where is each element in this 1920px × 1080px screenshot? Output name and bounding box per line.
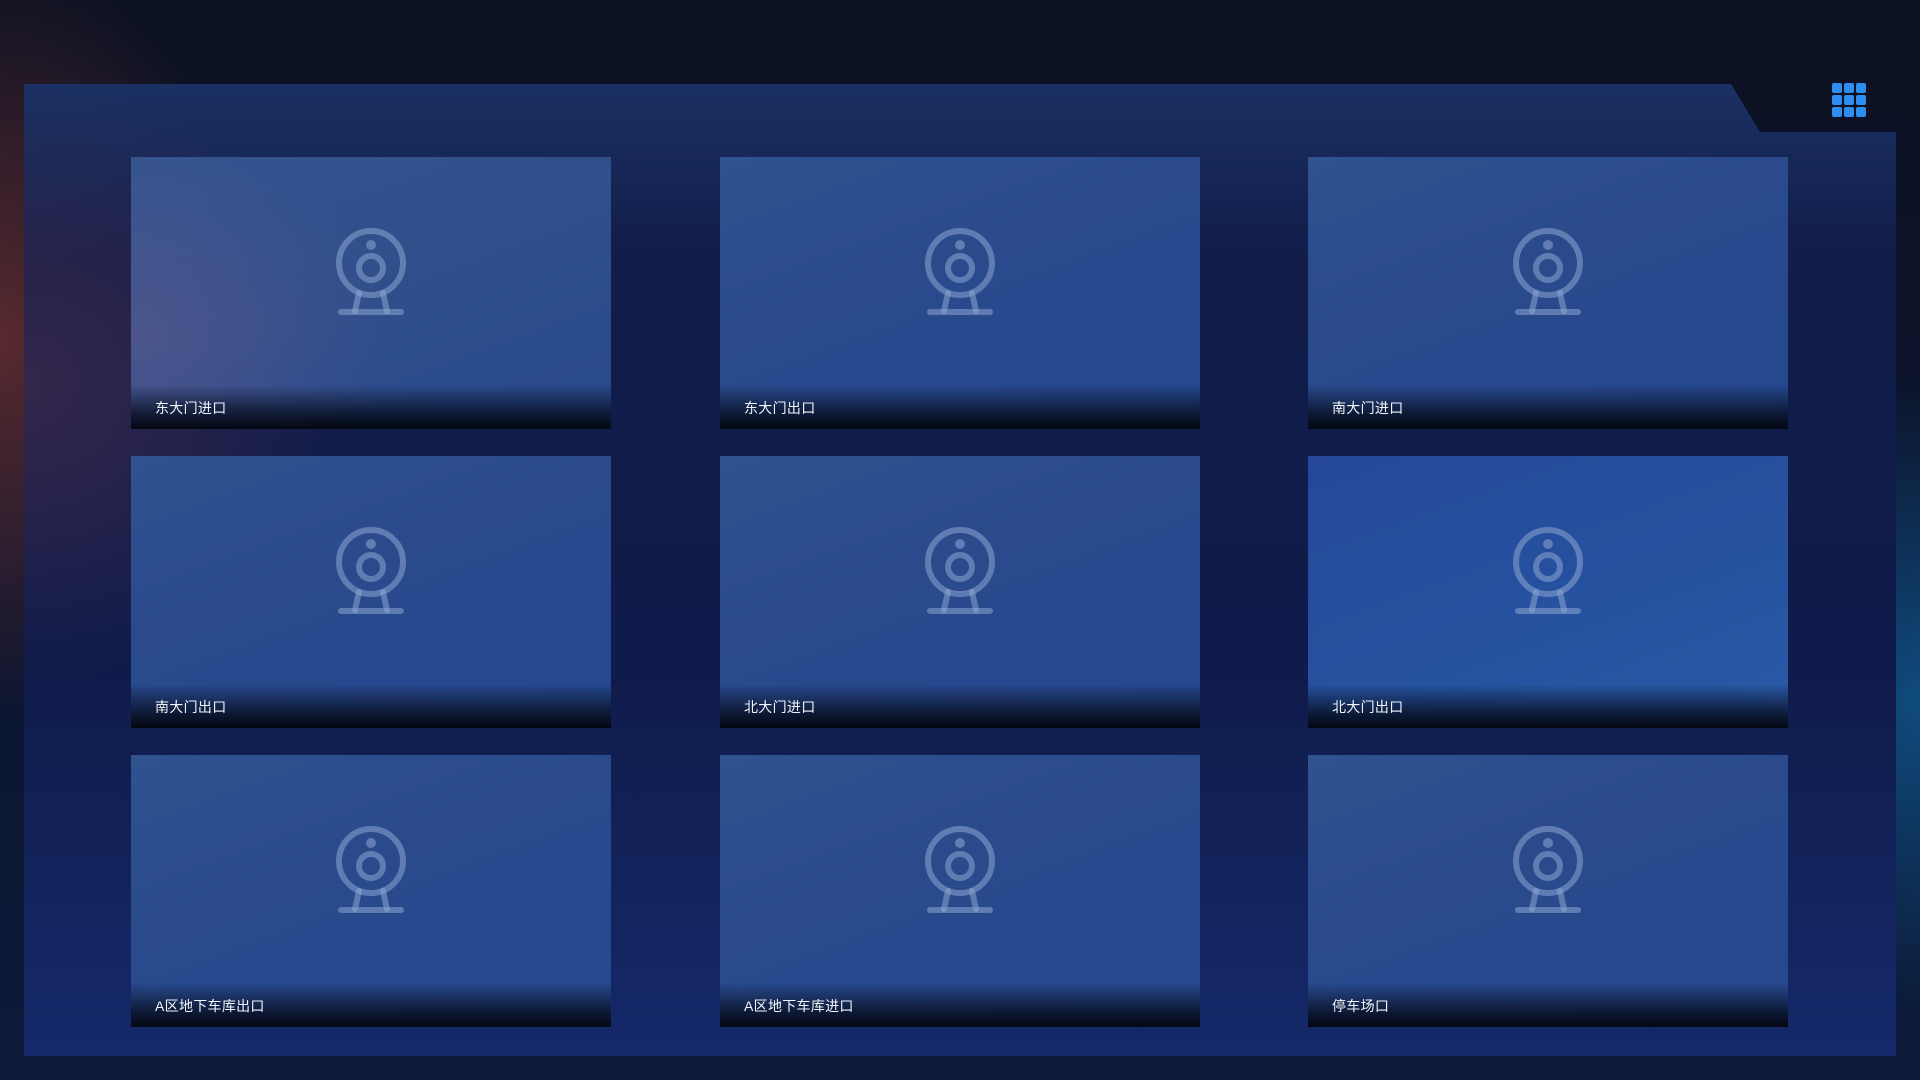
grid-dot xyxy=(1844,83,1854,93)
camera-label: 南大门出口 xyxy=(155,699,227,715)
webcam-icon xyxy=(1508,526,1588,616)
camera-label: 北大门出口 xyxy=(1332,699,1404,715)
grid-dot xyxy=(1832,83,1842,93)
camera-tile-6[interactable]: 北大门出口 xyxy=(1308,456,1788,728)
webcam-icon xyxy=(920,526,1000,616)
camera-label: 北大门进口 xyxy=(744,699,816,715)
webcam-icon xyxy=(1508,227,1588,317)
camera-tile-4[interactable]: 南大门出口 xyxy=(131,456,611,728)
grid-dot xyxy=(1844,107,1854,117)
webcam-icon xyxy=(920,227,1000,317)
webcam-icon xyxy=(920,825,1000,915)
webcam-icon xyxy=(331,227,411,317)
camera-label: A区地下车库出口 xyxy=(155,998,265,1014)
camera-tile-5[interactable]: 北大门进口 xyxy=(720,456,1200,728)
camera-label: 东大门出口 xyxy=(744,400,816,416)
webcam-icon xyxy=(1508,825,1588,915)
camera-tile-7[interactable]: A区地下车库出口 xyxy=(131,755,611,1027)
camera-tile-1[interactable]: 东大门进口 xyxy=(131,157,611,429)
camera-tile-3[interactable]: 南大门进口 xyxy=(1308,157,1788,429)
camera-label: 停车场口 xyxy=(1332,998,1390,1014)
camera-tile-8[interactable]: A区地下车库进口 xyxy=(720,755,1200,1027)
webcam-icon xyxy=(331,526,411,616)
camera-tile-9[interactable]: 停车场口 xyxy=(1308,755,1788,1027)
grid-dot xyxy=(1856,95,1866,105)
grid-dot xyxy=(1856,83,1866,93)
webcam-icon xyxy=(331,825,411,915)
camera-tile-2[interactable]: 东大门出口 xyxy=(720,157,1200,429)
grid-dot xyxy=(1832,95,1842,105)
grid-dot xyxy=(1844,95,1854,105)
camera-label: 东大门进口 xyxy=(155,400,227,416)
grid-layout-icon[interactable] xyxy=(1832,83,1866,117)
camera-label: 南大门进口 xyxy=(1332,400,1404,416)
grid-dot xyxy=(1856,107,1866,117)
camera-label: A区地下车库进口 xyxy=(744,998,854,1014)
grid-dot xyxy=(1832,107,1842,117)
